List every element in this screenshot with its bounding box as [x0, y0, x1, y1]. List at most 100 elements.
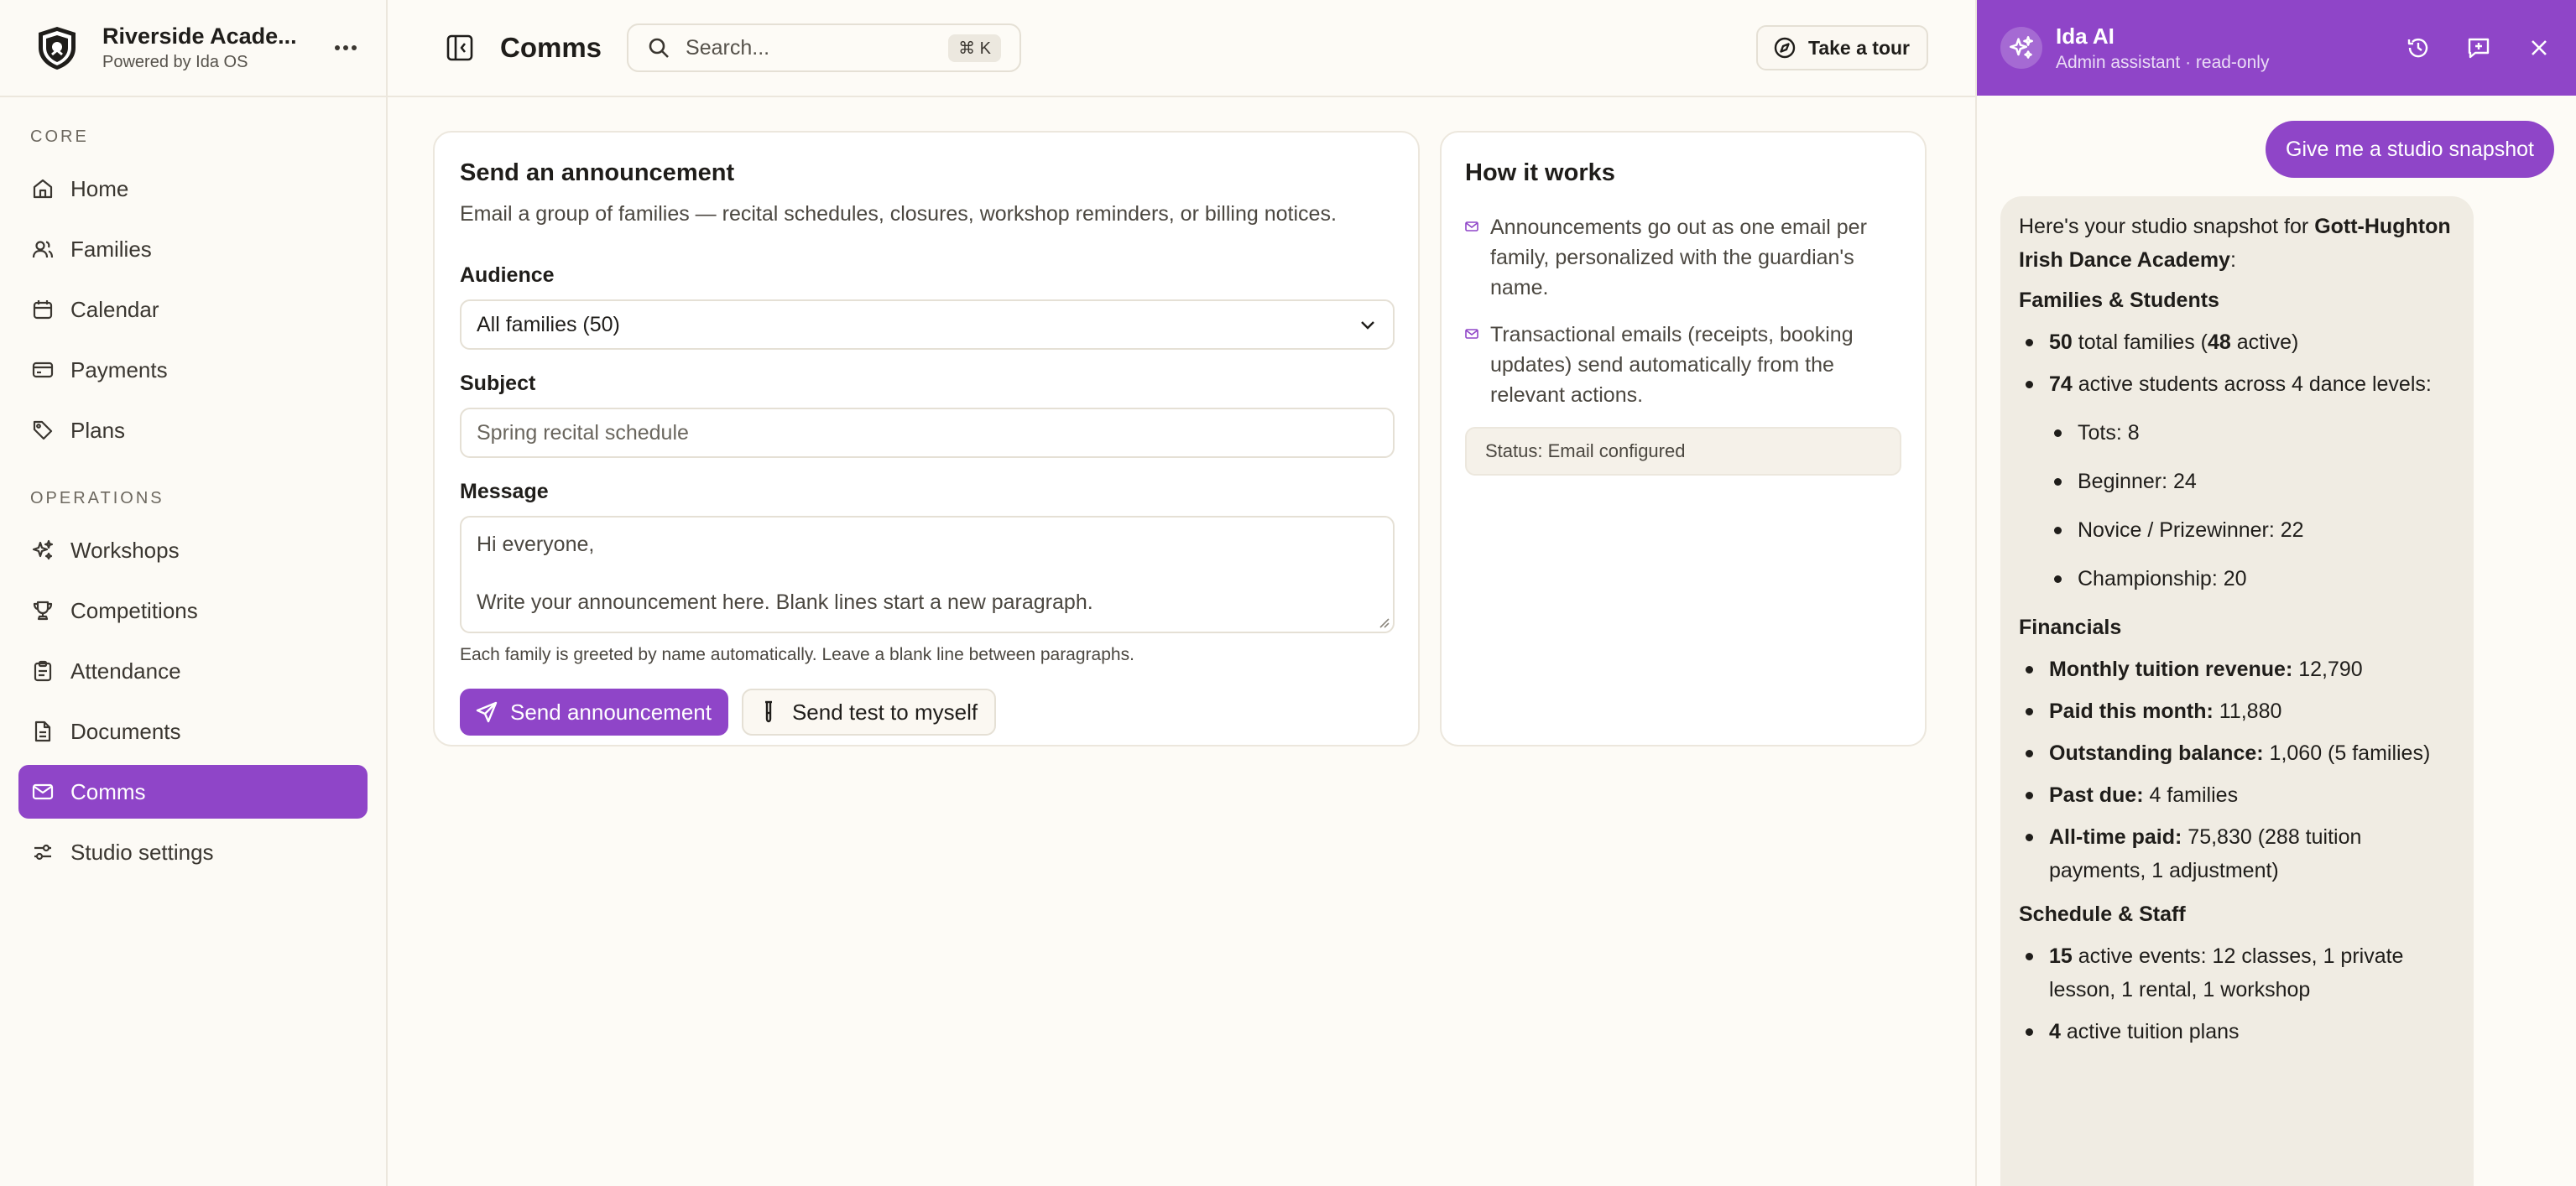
assistant-panel: Ida AI Admin assistant · read-only Give …: [1975, 0, 2576, 1186]
list-item: 74 active students across 4 dance levels…: [2019, 367, 2455, 401]
message-helper-text: Each family is greeted by name automatic…: [460, 645, 1134, 664]
topbar: Comms Search... ⌘ K Take a tour: [388, 0, 1975, 97]
dance-levels-list: Tots: 8 Beginner: 24 Novice / Prizewinne…: [2019, 416, 2455, 596]
list-item: Novice / Prizewinner: 22: [2019, 513, 2455, 547]
take-tour-button[interactable]: Take a tour: [1756, 25, 1928, 70]
user-message-bubble: Give me a studio snapshot: [2266, 121, 2554, 178]
assistant-avatar: [2000, 27, 2042, 69]
families-total-text: total families (: [2072, 330, 2208, 354]
mail-bullet-icon: [1465, 328, 1478, 340]
take-tour-label: Take a tour: [1808, 36, 1910, 59]
sidebar-item-label: Families: [70, 236, 152, 262]
sidebar-item-calendar[interactable]: Calendar: [18, 283, 368, 336]
send-test-label: Send test to myself: [791, 699, 978, 725]
compass-icon: [1773, 36, 1796, 60]
sidebar-item-label: Comms: [70, 778, 146, 804]
home-icon: [32, 178, 54, 200]
sidebar-item-workshops[interactable]: Workshops: [18, 523, 368, 577]
how-it-works-list: Announcements go out as one email per fa…: [1465, 212, 1901, 410]
send-test-button[interactable]: Send test to myself: [741, 689, 997, 736]
subject-field[interactable]: Spring recital schedule: [460, 408, 1395, 458]
chevron-down-icon: [1358, 315, 1378, 335]
intro-prefix: Here's your studio snapshot for: [2019, 215, 2315, 238]
send-announcement-button[interactable]: Send announcement: [460, 689, 728, 736]
plans-count: 4: [2049, 1020, 2061, 1043]
families-total: 50: [2049, 330, 2073, 354]
search-placeholder: Search...: [686, 35, 770, 60]
sliders-icon: [32, 841, 54, 863]
financials-heading: Financials: [2019, 616, 2122, 639]
sidebar-toggle-icon[interactable]: [443, 31, 477, 65]
announcement-title: Send an announcement: [460, 159, 735, 186]
sidebar-item-competitions[interactable]: Competitions: [18, 584, 368, 637]
shield-logo-icon: [34, 24, 81, 71]
sidebar-item-documents[interactable]: Documents: [18, 705, 368, 758]
brand-header: Riverside Acade... Powered by Ida OS: [0, 0, 386, 97]
message-textarea[interactable]: Hi everyone, Write your announcement her…: [460, 516, 1395, 633]
clipboard-icon: [32, 660, 54, 682]
sidebar-item-comms[interactable]: Comms: [18, 765, 368, 819]
history-icon[interactable]: [2401, 31, 2435, 65]
sidebar-item-label: Home: [70, 175, 129, 201]
sidebar-item-label: Payments: [70, 356, 168, 382]
announcement-card: Send an announcement Email a group of fa…: [433, 131, 1420, 746]
list-item: Outstanding balance: 1,060 (5 families): [2019, 736, 2455, 770]
list-item: Paid this month: 11,880: [2019, 694, 2455, 728]
sidebar-item-families[interactable]: Families: [18, 222, 368, 276]
audience-value: All families (50): [477, 312, 620, 336]
test-tube-icon: [759, 700, 779, 724]
announcement-description: Email a group of families — recital sche…: [460, 202, 1337, 226]
more-options-icon[interactable]: [329, 31, 362, 65]
sidebar-item-label: Workshops: [70, 537, 180, 563]
financial-label: Past due:: [2049, 783, 2144, 807]
assistant-header: Ida AI Admin assistant · read-only: [1977, 0, 2576, 96]
events-count: 15: [2049, 944, 2073, 968]
audience-select[interactable]: All families (50): [460, 299, 1395, 350]
sidebar-item-label: Documents: [70, 718, 181, 744]
list-item: Monthly tuition revenue: 12,790: [2019, 653, 2455, 686]
sidebar-item-attendance[interactable]: Attendance: [18, 644, 368, 698]
schedule-heading: Schedule & Staff: [2019, 903, 2186, 926]
mail-icon: [32, 781, 54, 803]
list-item: Tots: 8: [2019, 416, 2455, 450]
families-heading: Families & Students: [2019, 289, 2219, 312]
list-item: Past due: 4 families: [2019, 778, 2455, 812]
list-item: Beginner: 24: [2019, 465, 2455, 498]
sidebar-item-label: Competitions: [70, 597, 198, 623]
how-it-works-title: How it works: [1465, 159, 1615, 186]
main-content: Comms Search... ⌘ K Take a tour Send an …: [388, 0, 1975, 1186]
subject-placeholder: Spring recital schedule: [477, 420, 689, 445]
sidebar-item-label: Studio settings: [70, 839, 214, 865]
financial-label: Outstanding balance:: [2049, 741, 2264, 765]
students-text: active students across 4 dance levels:: [2072, 372, 2432, 396]
schedule-list: 15 active events: 12 classes, 1 private …: [2019, 939, 2455, 1048]
close-icon[interactable]: [2522, 31, 2556, 65]
snapshot-intro: Here's your studio snapshot for Gott-Hug…: [2019, 210, 2455, 277]
families-list: 50 total families (48 active) 74 active …: [2019, 325, 2455, 401]
students-count: 74: [2049, 372, 2073, 396]
list-item: Championship: 20: [2019, 562, 2455, 596]
nav-section-operations: OPERATIONS: [30, 489, 164, 507]
sidebar-item-plans[interactable]: Plans: [18, 403, 368, 457]
plans-text: active tuition plans: [2060, 1020, 2240, 1043]
calendar-icon: [32, 299, 54, 320]
sidebar-item-studio-settings[interactable]: Studio settings: [18, 825, 368, 879]
users-icon: [32, 238, 54, 260]
financial-value: 1,060 (5 families): [2263, 741, 2431, 765]
sidebar: Riverside Acade... Powered by Ida OS COR…: [0, 0, 388, 1186]
brand-subtitle: Powered by Ida OS: [102, 53, 248, 71]
brand-text: Riverside Acade... Powered by Ida OS: [102, 23, 329, 72]
new-chat-icon[interactable]: [2462, 31, 2495, 65]
sidebar-item-home[interactable]: Home: [18, 162, 368, 216]
mail-bullet-icon: [1465, 221, 1478, 232]
search-shortcut-badge: ⌘ K: [948, 34, 1002, 62]
search-input[interactable]: Search... ⌘ K: [627, 23, 1022, 72]
intro-suffix: :: [2229, 248, 2236, 272]
message-line-body: Write your announcement here. Blank line…: [477, 590, 1093, 614]
resize-handle-icon[interactable]: [1378, 616, 1390, 628]
assistant-subtitle: Admin assistant · read-only: [2056, 52, 2270, 72]
how-it-works-card: How it works Announcements go out as one…: [1440, 131, 1927, 746]
sidebar-item-payments[interactable]: Payments: [18, 343, 368, 397]
message-label: Message: [460, 480, 549, 503]
list-item: Announcements go out as one email per fa…: [1465, 212, 1901, 303]
